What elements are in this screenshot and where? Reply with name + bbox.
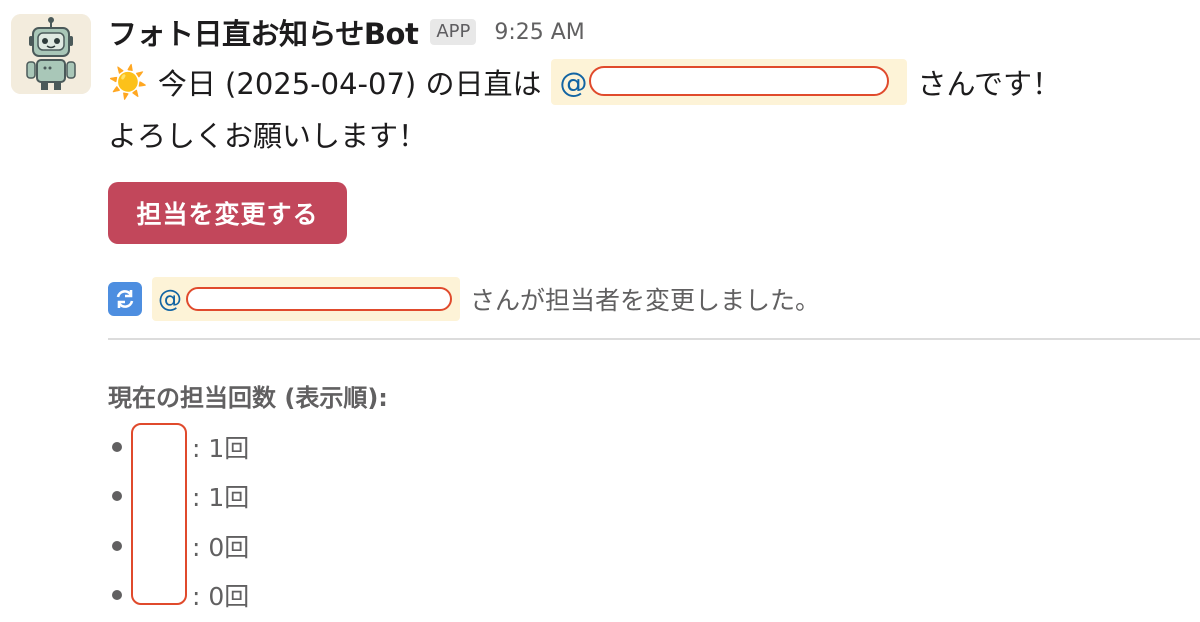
message-header: フォト日直お知らせBot APP 9:25 AM — [108, 12, 585, 52]
member-count: : 0回 — [192, 582, 250, 612]
duty-announcement-suffix: さんです！ — [917, 67, 1062, 101]
bullet-icon — [112, 540, 122, 551]
app-badge: APP — [430, 19, 477, 45]
assignment-count-title: 現在の担当回数 (表示順): — [108, 384, 388, 412]
duty-announcement-text: 今日 (2025-04-07) の日直は — [157, 67, 542, 101]
change-assignee-button[interactable]: 担当を変更する — [108, 182, 347, 244]
message-timestamp[interactable]: 9:25 AM — [494, 20, 584, 45]
divider — [108, 338, 1200, 340]
bot-avatar[interactable] — [11, 14, 91, 94]
redaction-mark — [131, 423, 187, 605]
member-count: : 1回 — [192, 433, 250, 463]
change-notice-text: さんが担当者を変更しました。 — [470, 286, 821, 315]
sun-icon: ☀️ — [108, 63, 148, 101]
message-line-2: よろしくお願いします！ — [108, 119, 428, 153]
member-count: : 0回 — [192, 532, 250, 562]
mention-at: @ — [158, 285, 182, 313]
redaction-mark — [589, 66, 890, 96]
changer-mention[interactable]: @ — [152, 277, 460, 321]
member-count: : 1回 — [192, 483, 250, 513]
message-line-1: ☀️ 今日 (2025-04-07) の日直は @ さんです！ — [108, 58, 1061, 106]
bullet-icon — [112, 441, 122, 452]
change-notice: @ さんが担当者を変更しました。 — [108, 276, 820, 322]
bot-name[interactable]: フォト日直お知らせBot — [108, 11, 419, 53]
robot-avatar-icon — [11, 14, 91, 94]
bullet-icon — [112, 491, 122, 502]
redaction-mark — [186, 287, 452, 311]
bullet-icon — [112, 590, 122, 601]
refresh-icon — [108, 282, 142, 316]
user-mention[interactable]: @ — [551, 59, 908, 105]
mention-at: @ — [559, 65, 588, 99]
